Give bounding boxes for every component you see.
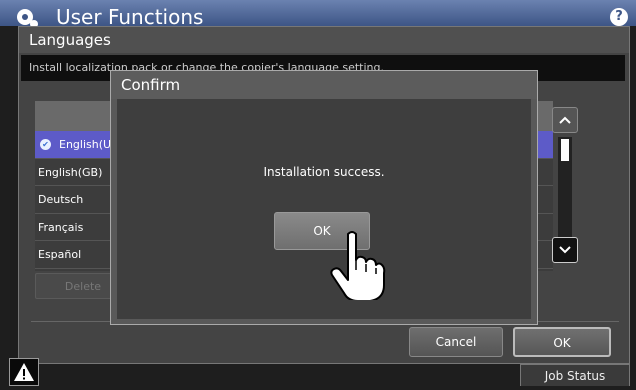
scroll-up-button[interactable]: [552, 107, 578, 133]
warning-button[interactable]: [9, 358, 39, 386]
hand-pointer-icon: [330, 231, 386, 300]
ok-button[interactable]: OK: [513, 327, 611, 357]
dialog-title: Confirm: [111, 71, 537, 99]
scroll-thumb[interactable]: [561, 139, 569, 161]
language-label: English(GB): [38, 165, 103, 179]
window-title: Languages: [19, 27, 629, 53]
language-label: Français: [38, 220, 84, 234]
cancel-button[interactable]: Cancel: [409, 327, 503, 357]
chevron-down-icon: [559, 246, 571, 254]
language-label: Deutsch: [38, 193, 84, 206]
chevron-up-icon: [559, 116, 571, 124]
help-button[interactable]: ?: [610, 8, 628, 26]
language-label: Español: [38, 248, 82, 261]
gear-icon: [17, 9, 38, 26]
check-icon: ✔: [40, 139, 51, 150]
scroll-down-button[interactable]: [552, 237, 578, 263]
warning-icon: [14, 363, 34, 381]
dialog-body: Installation success. OK: [117, 99, 531, 319]
confirm-dialog: Confirm Installation success. OK: [110, 70, 538, 325]
app-title-bar: User Functions ?: [0, 0, 636, 26]
list-scrollbar[interactable]: [552, 107, 580, 263]
job-status-button[interactable]: Job Status: [520, 364, 630, 386]
dialog-message: Installation success.: [263, 165, 385, 179]
app-title: User Functions: [56, 5, 204, 26]
